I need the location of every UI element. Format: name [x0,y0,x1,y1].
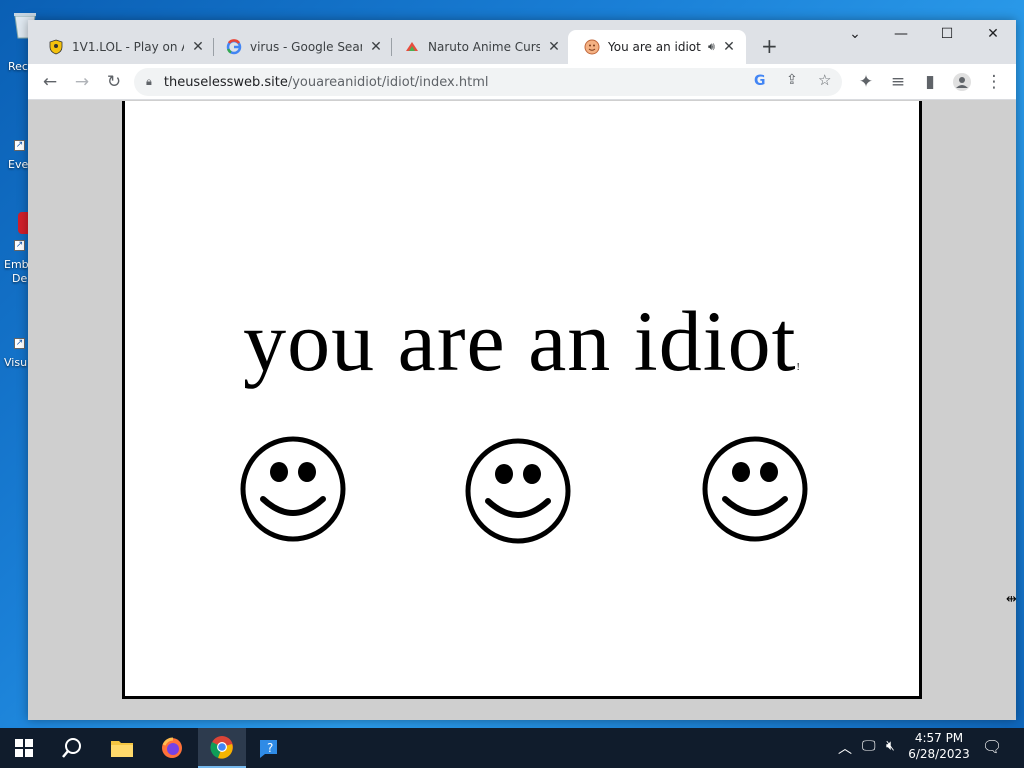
tab-google-search[interactable]: virus - Google Search ✕ [210,30,384,64]
close-window-button[interactable]: ✕ [978,26,1008,42]
tab-close-icon[interactable]: ✕ [546,39,562,55]
taskbar: ? ︿ 🖵︎ 🔇︎ 4:57 PM 6/28/2023 🗨︎ [0,728,1024,768]
folder-icon [111,741,133,757]
share-icon[interactable]: ⇪ [786,72,798,88]
clock-date: 6/28/2023 [908,747,970,761]
url-text[interactable]: theuselessweb.site/youareanidiot/idiot/i… [164,75,489,90]
tab-title: virus - Google Search [250,40,362,54]
browser-toolbar: ← → ↻ 🔒︎ theuselessweb.site/youareanidio… [28,64,1016,100]
chrome-icon [210,736,233,759]
idiot-panel: you are an idiot! [122,101,922,699]
tab-strip: 1V1.LOL - Play on An ✕ virus - Google Se… [28,20,1016,64]
search-button[interactable] [48,728,96,768]
file-explorer-button[interactable] [98,728,146,768]
smiley-favicon-icon [584,39,600,55]
desktop-icon-label: Rec [8,60,28,73]
firefox-button[interactable] [148,728,196,768]
browser-window: 1V1.LOL - Play on An ✕ virus - Google Se… [28,20,1016,720]
desktop-icon-label: Visu [4,356,28,369]
smiley-face-icon [240,436,346,542]
resize-cursor-icon: ⇹ [1006,592,1017,607]
desktop-icon-embedded[interactable]: ↗ Emb De [0,210,38,285]
menu-kebab-icon[interactable]: ⋮ [984,72,1004,92]
shortcut-arrow-icon: ↗ [14,240,25,251]
tab-close-icon[interactable]: ✕ [190,39,206,55]
forward-arrow-icon[interactable]: → [72,72,92,92]
windows-logo-icon [15,739,33,757]
help-app-button[interactable]: ? [246,728,294,768]
back-arrow-icon[interactable]: ← [40,72,60,92]
tab-search-icon[interactable]: ⌄ [840,26,870,42]
tab-title: Naruto Anime Cursor [428,40,540,54]
shortcut-arrow-icon: ↗ [14,338,25,349]
desktop-icon-label: Emb [4,258,29,271]
maximize-button[interactable]: ☐ [932,26,962,42]
tab-naruto-cursor[interactable]: Naruto Anime Cursor ✕ [388,30,562,64]
cursor-favicon-icon [404,39,420,55]
smiley-face-icon [702,436,808,542]
page-viewport: you are an idiot! [28,101,1016,720]
help-icon: ? [260,740,277,758]
desktop-icon-label: Eve [8,158,29,171]
search-icon [62,738,81,758]
profile-avatar-icon[interactable] [952,72,972,92]
notification-center-icon[interactable]: 🗨︎ [982,737,1002,756]
tab-1v1-lol[interactable]: 1V1.LOL - Play on An ✕ [32,30,206,64]
desktop-icon-recycle-bin[interactable]: Rec [0,10,36,73]
shortcut-arrow-icon: ↗ [14,140,25,151]
headline-mark: ! [796,362,801,373]
new-tab-button[interactable]: + [761,34,778,58]
lock-icon: 🔒︎ [146,75,152,88]
start-button[interactable] [0,728,48,768]
clock[interactable]: 4:57 PM 6/28/2023 [904,731,974,761]
firefox-icon [162,737,182,758]
address-bar[interactable]: 🔒︎ theuselessweb.site/youareanidiot/idio… [134,68,842,96]
media-controls-icon[interactable]: ≡ [888,72,908,92]
clock-time: 4:57 PM [914,731,964,745]
side-panel-icon[interactable]: ▮ [920,72,940,92]
smiley-face-icon [465,438,571,544]
chrome-button[interactable] [198,728,246,768]
url-path: /youareanidiot/idiot/index.html [287,74,489,90]
url-host: theuselessweb.site [163,74,288,90]
svg-text:?: ? [267,741,273,755]
desktop-icon-visual-studio[interactable]: ↗ Visu [0,312,36,369]
volume-muted-icon[interactable]: 🔇︎ [886,738,895,754]
show-hidden-icons-icon[interactable]: ︿ [838,738,852,758]
tab-title: You are an idiot [608,40,701,54]
tab-close-icon[interactable]: ✕ [721,39,737,55]
google-lens-icon[interactable]: G [754,73,766,89]
audio-playing-icon[interactable]: 🔊︎ [708,40,715,54]
shield-favicon-icon [48,39,64,55]
network-icon[interactable]: 🖵︎ [862,738,876,754]
extensions-icon[interactable]: ✦ [856,72,876,92]
tab-you-are-an-idiot[interactable]: You are an idiot 🔊︎ ✕ [568,30,746,64]
page-headline: you are an idiot! [125,291,919,391]
minimize-button[interactable]: — [886,26,916,42]
bookmark-star-icon[interactable]: ☆ [818,71,831,89]
headline-text: you are an idiot [243,293,797,389]
tab-close-icon[interactable]: ✕ [368,39,384,55]
reload-icon[interactable]: ↻ [104,72,124,92]
tab-title: 1V1.LOL - Play on An [72,40,184,54]
google-favicon-icon [226,39,242,55]
desktop-icon-label: De [12,272,28,285]
